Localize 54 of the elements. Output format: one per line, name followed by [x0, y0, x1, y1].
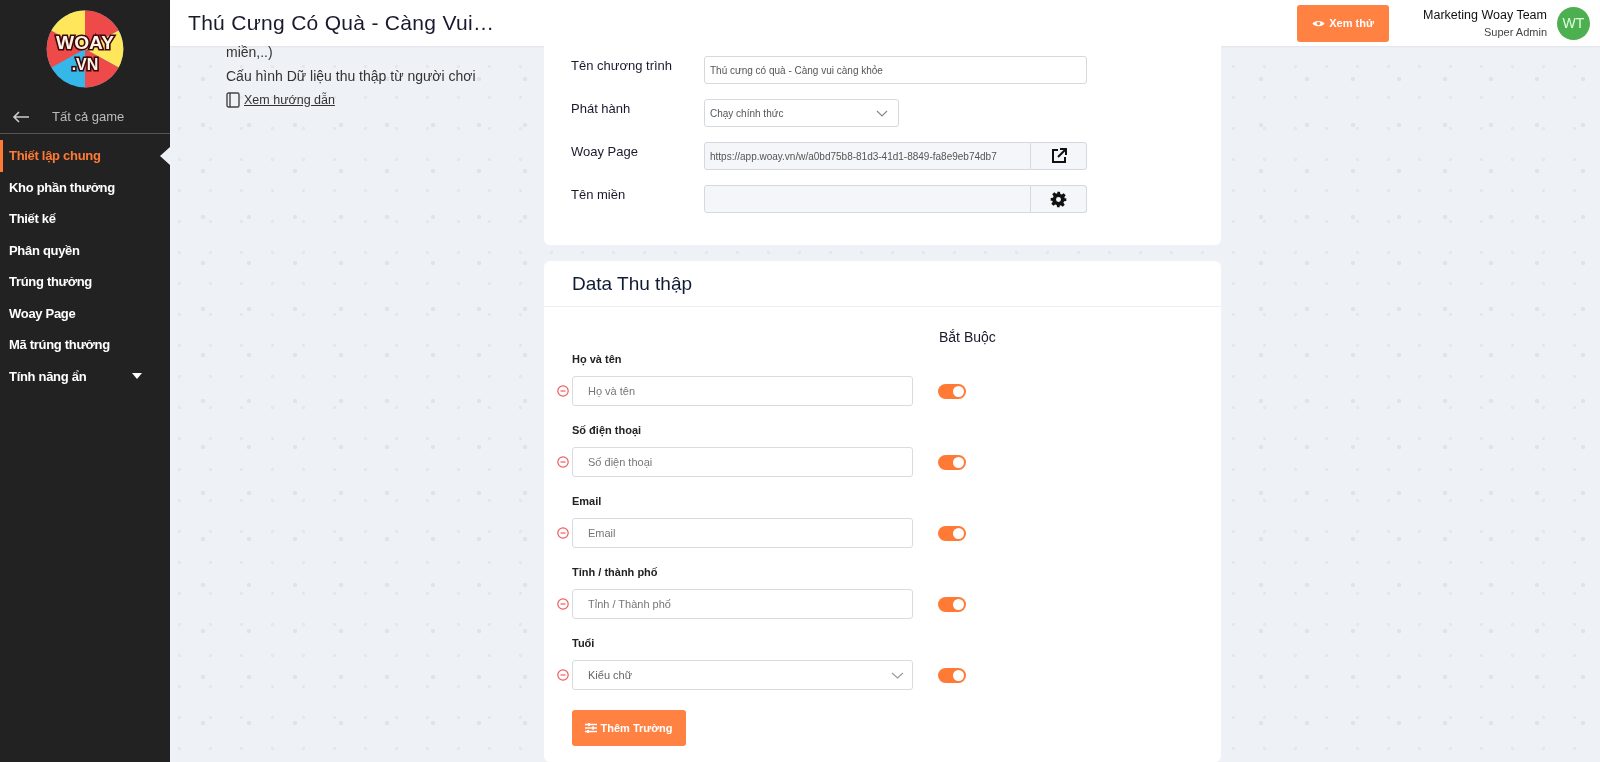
sliders-icon	[585, 723, 598, 733]
required-toggle[interactable]	[938, 667, 966, 683]
domain-field[interactable]	[704, 185, 1031, 213]
remove-icon[interactable]	[557, 669, 569, 681]
sidebar-item[interactable]: Phân quyền	[0, 234, 170, 266]
settings-icon	[1050, 190, 1067, 208]
sidebar-item[interactable]: Kho phần thưởng	[0, 171, 170, 203]
select-field[interactable]: Kiểu chữ	[572, 660, 913, 690]
external-link-icon	[1049, 147, 1068, 165]
remove-icon[interactable]	[557, 385, 569, 397]
field-label: Tên chương trình	[571, 57, 674, 73]
remove-icon[interactable]	[557, 456, 569, 468]
select-field[interactable]: Chạy chính thức	[704, 99, 899, 127]
text-field[interactable]: Thú cưng có quà - Càng vui càng khỏe	[704, 56, 1087, 84]
field-label: Họ và tên	[571, 353, 623, 365]
card-title: Data Thu thập	[544, 261, 1221, 307]
caret-icon	[132, 373, 142, 380]
guide-link[interactable]: Xem hướng dẫn	[244, 93, 335, 107]
sidebar-item[interactable]: Woay Page	[0, 297, 170, 329]
field-label: Số điện thoại	[571, 424, 643, 436]
url-field[interactable]: https://app.woay.vn/w/a0bd75b8-81d3-41d1-8849-fa8e9eb74db7	[704, 142, 1031, 170]
required-toggle[interactable]	[938, 525, 966, 541]
open-link-button[interactable]	[1031, 142, 1087, 170]
back-arrow-icon	[12, 110, 30, 123]
intro-text: miền,..)	[226, 44, 274, 60]
chevron-down-icon	[891, 671, 904, 679]
text-field[interactable]: Email	[572, 518, 913, 548]
eye-icon	[1312, 18, 1326, 28]
remove-icon[interactable]	[557, 527, 569, 539]
field-label: Woay Page	[571, 143, 639, 159]
text-field[interactable]: Tỉnh / Thành phố	[572, 589, 913, 619]
required-toggle[interactable]	[938, 596, 966, 612]
sidebar-item[interactable]: Mã trúng thưởng	[0, 329, 170, 361]
required-toggle[interactable]	[938, 383, 966, 399]
column-heading: Bắt Buộc	[939, 329, 996, 345]
sidebar-item[interactable]: Trúng thưởng	[0, 266, 170, 298]
intro-text: Cấu hình Dữ liệu thu thập từ người chơi	[226, 68, 477, 84]
settings-button[interactable]	[1031, 185, 1087, 213]
field-label: Tuổi	[571, 637, 596, 649]
page-title: Thú Cưng Có Quà - Càng Vui…	[188, 11, 496, 35]
sidebar-item[interactable]: Thiết kế	[0, 203, 170, 235]
field-label: Email	[571, 495, 603, 507]
user-role: Super Admin	[1484, 26, 1547, 38]
remove-icon[interactable]	[557, 598, 569, 610]
book-icon	[226, 92, 240, 108]
required-toggle[interactable]	[938, 454, 966, 470]
user-name: Marketing Woay Team	[1423, 8, 1547, 22]
field-label: Tỉnh / thành phố	[571, 566, 659, 578]
text-field[interactable]: Số điện thoại	[572, 447, 913, 477]
field-label: Tên miền	[571, 186, 627, 202]
chevron-down-icon	[876, 109, 888, 117]
field-label: Phát hành	[571, 100, 632, 116]
text-field[interactable]: Họ và tên	[572, 376, 913, 406]
sidebar-item[interactable]: Tính năng ẩn	[0, 360, 170, 392]
